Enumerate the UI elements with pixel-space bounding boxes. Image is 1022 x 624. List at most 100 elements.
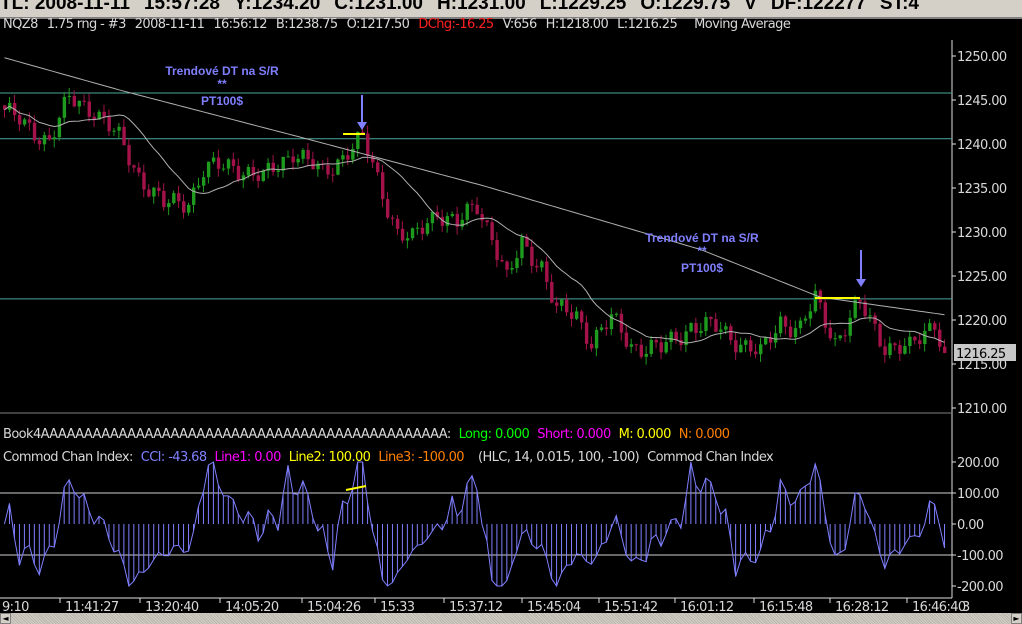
candle-down: [674, 331, 678, 341]
annotation-stars: **: [217, 77, 227, 91]
candle-down: [376, 162, 380, 173]
candle-down: [505, 261, 509, 270]
candle-up: [793, 328, 798, 338]
price-tick-label: 1230.00: [957, 226, 1007, 241]
annotation-stars: **: [697, 244, 707, 258]
candle-up: [798, 320, 803, 329]
cci-line3: Line3: -100.00: [378, 450, 464, 465]
candle-down: [470, 203, 474, 205]
candle-down: [72, 95, 77, 107]
candle-down: [291, 156, 295, 163]
candle-up: [196, 185, 201, 188]
horizontal-scrollbar[interactable]: ◄ ►: [0, 613, 1022, 624]
candle-down: [734, 340, 738, 353]
candle-down: [624, 332, 629, 347]
candle-up: [759, 344, 763, 355]
candle-up: [594, 329, 599, 349]
candle-up: [192, 187, 196, 205]
candle-up: [833, 338, 838, 340]
annotation-target: PT100$: [201, 94, 243, 108]
candle-up: [42, 135, 47, 145]
candle-down: [162, 190, 166, 208]
candle-down: [311, 159, 315, 170]
candle-down: [177, 193, 181, 202]
candle-up: [57, 117, 62, 138]
candle-up: [808, 311, 813, 319]
candle-down: [659, 342, 663, 353]
candle-up: [903, 346, 907, 354]
candle-down: [157, 187, 161, 191]
cci-value: CCI: -43.68: [140, 450, 207, 465]
candle-up: [724, 326, 728, 330]
candle-down: [634, 344, 639, 346]
fast-moving-average: [4, 105, 945, 344]
candle-down: [182, 201, 186, 213]
candle-down: [893, 343, 897, 346]
candle-down: [788, 326, 793, 338]
cci-tick-label: 200.00: [957, 456, 999, 471]
price-tick-label: 1220.00: [957, 314, 1007, 329]
cci-line1: Line1: 0.00: [214, 450, 282, 465]
candle-up: [928, 323, 932, 331]
candle-up: [67, 95, 72, 97]
candle-down: [555, 302, 559, 306]
candle-down: [754, 351, 758, 355]
scroll-right-button[interactable]: ►: [1011, 613, 1022, 624]
candle-down: [485, 220, 489, 223]
candle-down: [420, 227, 425, 234]
candle-down: [390, 217, 395, 219]
candle-up: [415, 227, 420, 229]
candle-down: [694, 323, 698, 334]
candle-down: [37, 140, 42, 145]
candle-up: [201, 177, 206, 186]
candle-down: [385, 199, 390, 218]
candle-down: [589, 343, 594, 349]
candle-down: [216, 157, 221, 169]
candle-down: [147, 189, 151, 197]
candle-down: [47, 135, 52, 140]
candle-down: [107, 116, 111, 132]
candle-up: [778, 316, 783, 334]
candle-up: [599, 327, 604, 330]
candle-up: [520, 236, 524, 259]
candle-up: [226, 159, 231, 169]
cci-tick-label: 100.00: [957, 487, 999, 502]
price-tick-label: 1250.00: [957, 50, 1007, 65]
candle-down: [783, 316, 788, 327]
candle-down: [142, 172, 146, 190]
candle-down: [395, 218, 400, 229]
candle-down: [918, 340, 922, 345]
candle-down: [530, 246, 534, 266]
price-chart[interactable]: 1250.00 1245.00 1240.00 1235.00 1230.00 1225.…: [0, 0, 1022, 624]
candle-up: [614, 313, 619, 315]
candle-up: [296, 158, 300, 163]
candle-down: [565, 299, 569, 313]
candle-down: [654, 339, 658, 343]
price-tick-label: 1245.00: [957, 94, 1007, 109]
candle-up: [187, 204, 191, 213]
candle-up: [689, 323, 693, 332]
candle-up: [341, 155, 345, 160]
candle-up: [649, 339, 653, 354]
candle-up: [276, 170, 280, 172]
candle-down: [913, 336, 917, 341]
price-tick-label: 1225.00: [957, 270, 1007, 285]
candle-down: [933, 323, 937, 330]
cci-title: Commod Chan Index:: [3, 450, 133, 465]
book-name: Book4AAAAAAAAAAAAAAAAAAAAAAAAAAAAAAAAAAA…: [3, 427, 451, 442]
price-tick-label: 1235.00: [957, 182, 1007, 197]
scroll-left-button[interactable]: ◄: [0, 613, 11, 624]
candle-up: [450, 214, 455, 217]
candle-up: [167, 203, 171, 208]
candle-up: [699, 330, 703, 334]
candle-down: [709, 317, 713, 320]
candle-down: [490, 222, 494, 241]
candle-down: [326, 164, 330, 175]
candle-down: [480, 214, 484, 221]
candle-up: [908, 336, 912, 347]
candle-down: [132, 165, 136, 168]
candle-up: [261, 170, 266, 181]
candle-up: [246, 166, 251, 176]
candle-down: [87, 101, 91, 117]
candle-down: [231, 159, 236, 166]
